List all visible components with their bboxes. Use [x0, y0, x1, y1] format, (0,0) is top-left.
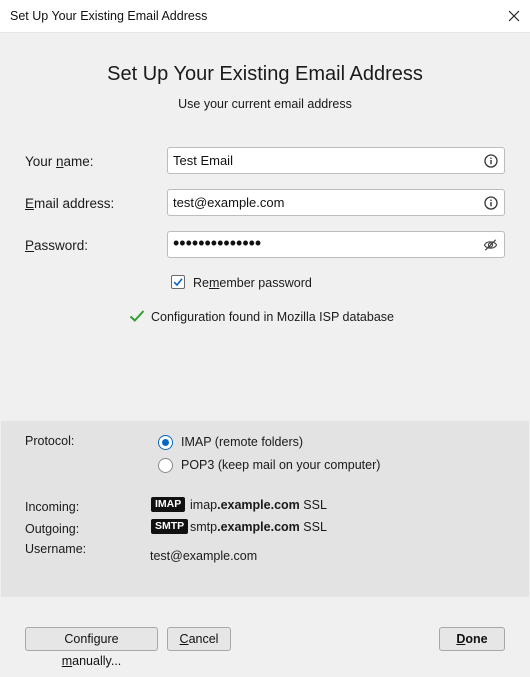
name-label: Your name: [25, 154, 94, 169]
email-input[interactable] [168, 190, 473, 215]
info-icon[interactable] [483, 153, 498, 168]
configure-manually-button[interactable]: Configure manually... [25, 627, 158, 668]
cancel-button[interactable]: Cancel [167, 627, 231, 651]
imap-radio[interactable] [158, 435, 173, 450]
done-button[interactable]: Done [439, 627, 505, 651]
account-setup-panel: Set Up Your Existing Email Address Use y… [1, 33, 529, 421]
username-label: Username: [25, 542, 87, 556]
name-field-box [167, 147, 505, 174]
imap-badge: IMAP [151, 497, 186, 512]
outgoing-host: smtp.example.com SSL [190, 520, 327, 534]
dialog-footer: Configure manually... Cancel Done [1, 597, 529, 676]
name-input[interactable] [168, 148, 473, 173]
page-title: Set Up Your Existing Email Address [107, 63, 423, 85]
smtp-badge: SMTP [151, 519, 189, 534]
remember-password-label[interactable]: Remember password [193, 276, 312, 290]
email-label: Email address: [25, 196, 115, 211]
outgoing-label: Outgoing: [25, 522, 80, 536]
incoming-label: Incoming: [25, 500, 80, 514]
imap-radio-label[interactable]: IMAP (remote folders) [181, 435, 303, 449]
window-title: Set Up Your Existing Email Address [10, 9, 208, 23]
password-input[interactable] [168, 231, 473, 256]
page-subtitle: Use your current email address [178, 97, 352, 111]
remember-password-checkbox[interactable] [171, 275, 185, 289]
incoming-host: imap.example.com SSL [190, 498, 327, 512]
eye-slash-icon[interactable] [483, 237, 498, 252]
password-label: Password: [25, 238, 89, 253]
email-field-box [167, 189, 505, 216]
config-status-text: Configuration found in Mozilla ISP datab… [151, 310, 394, 324]
close-icon[interactable] [498, 0, 530, 32]
pop3-radio[interactable] [158, 458, 173, 473]
info-icon[interactable] [483, 195, 498, 210]
checkmark-icon [129, 309, 145, 326]
password-field-box [167, 231, 505, 258]
username-value: test@example.com [150, 549, 258, 563]
server-settings-panel: Protocol: IMAP (remote folders) POP3 (ke… [1, 421, 529, 597]
protocol-label: Protocol: [25, 434, 75, 448]
pop3-radio-label[interactable]: POP3 (keep mail on your computer) [181, 458, 380, 472]
title-bar: Set Up Your Existing Email Address [0, 0, 530, 33]
